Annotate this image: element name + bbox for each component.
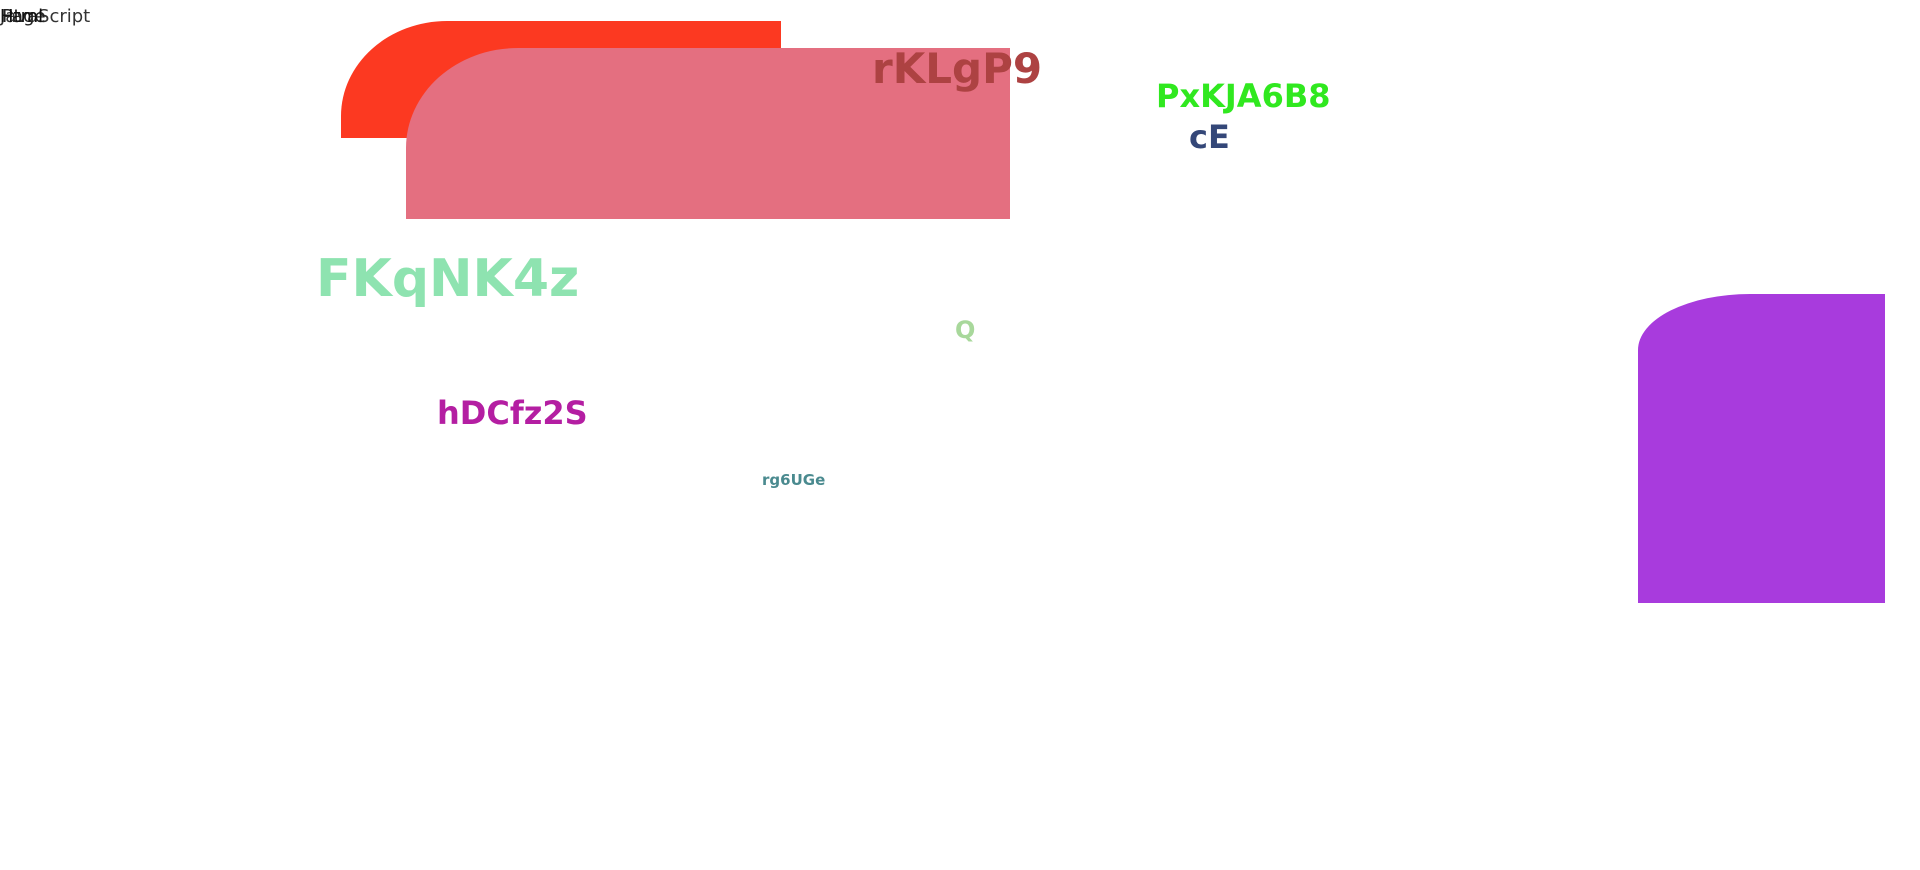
label-hdcfz2s: hDCfz2S [437, 394, 588, 432]
label-q: Q [955, 316, 976, 344]
purple-rounded-rectangle [1638, 294, 1885, 603]
label-rg6uge: rg6UGe [762, 471, 826, 489]
label-fkqnk4z: FKqNK4z [316, 249, 580, 309]
top-left-text-3: Html [0, 6, 44, 27]
label-ce: cE [1189, 118, 1230, 156]
label-pxkja6b8: PxKJA6B8 [1156, 77, 1331, 115]
label-rklgp9: rKLgP9 [872, 44, 1043, 93]
top-left-overlapping-text: JavaScript Page Html [0, 8, 110, 28]
